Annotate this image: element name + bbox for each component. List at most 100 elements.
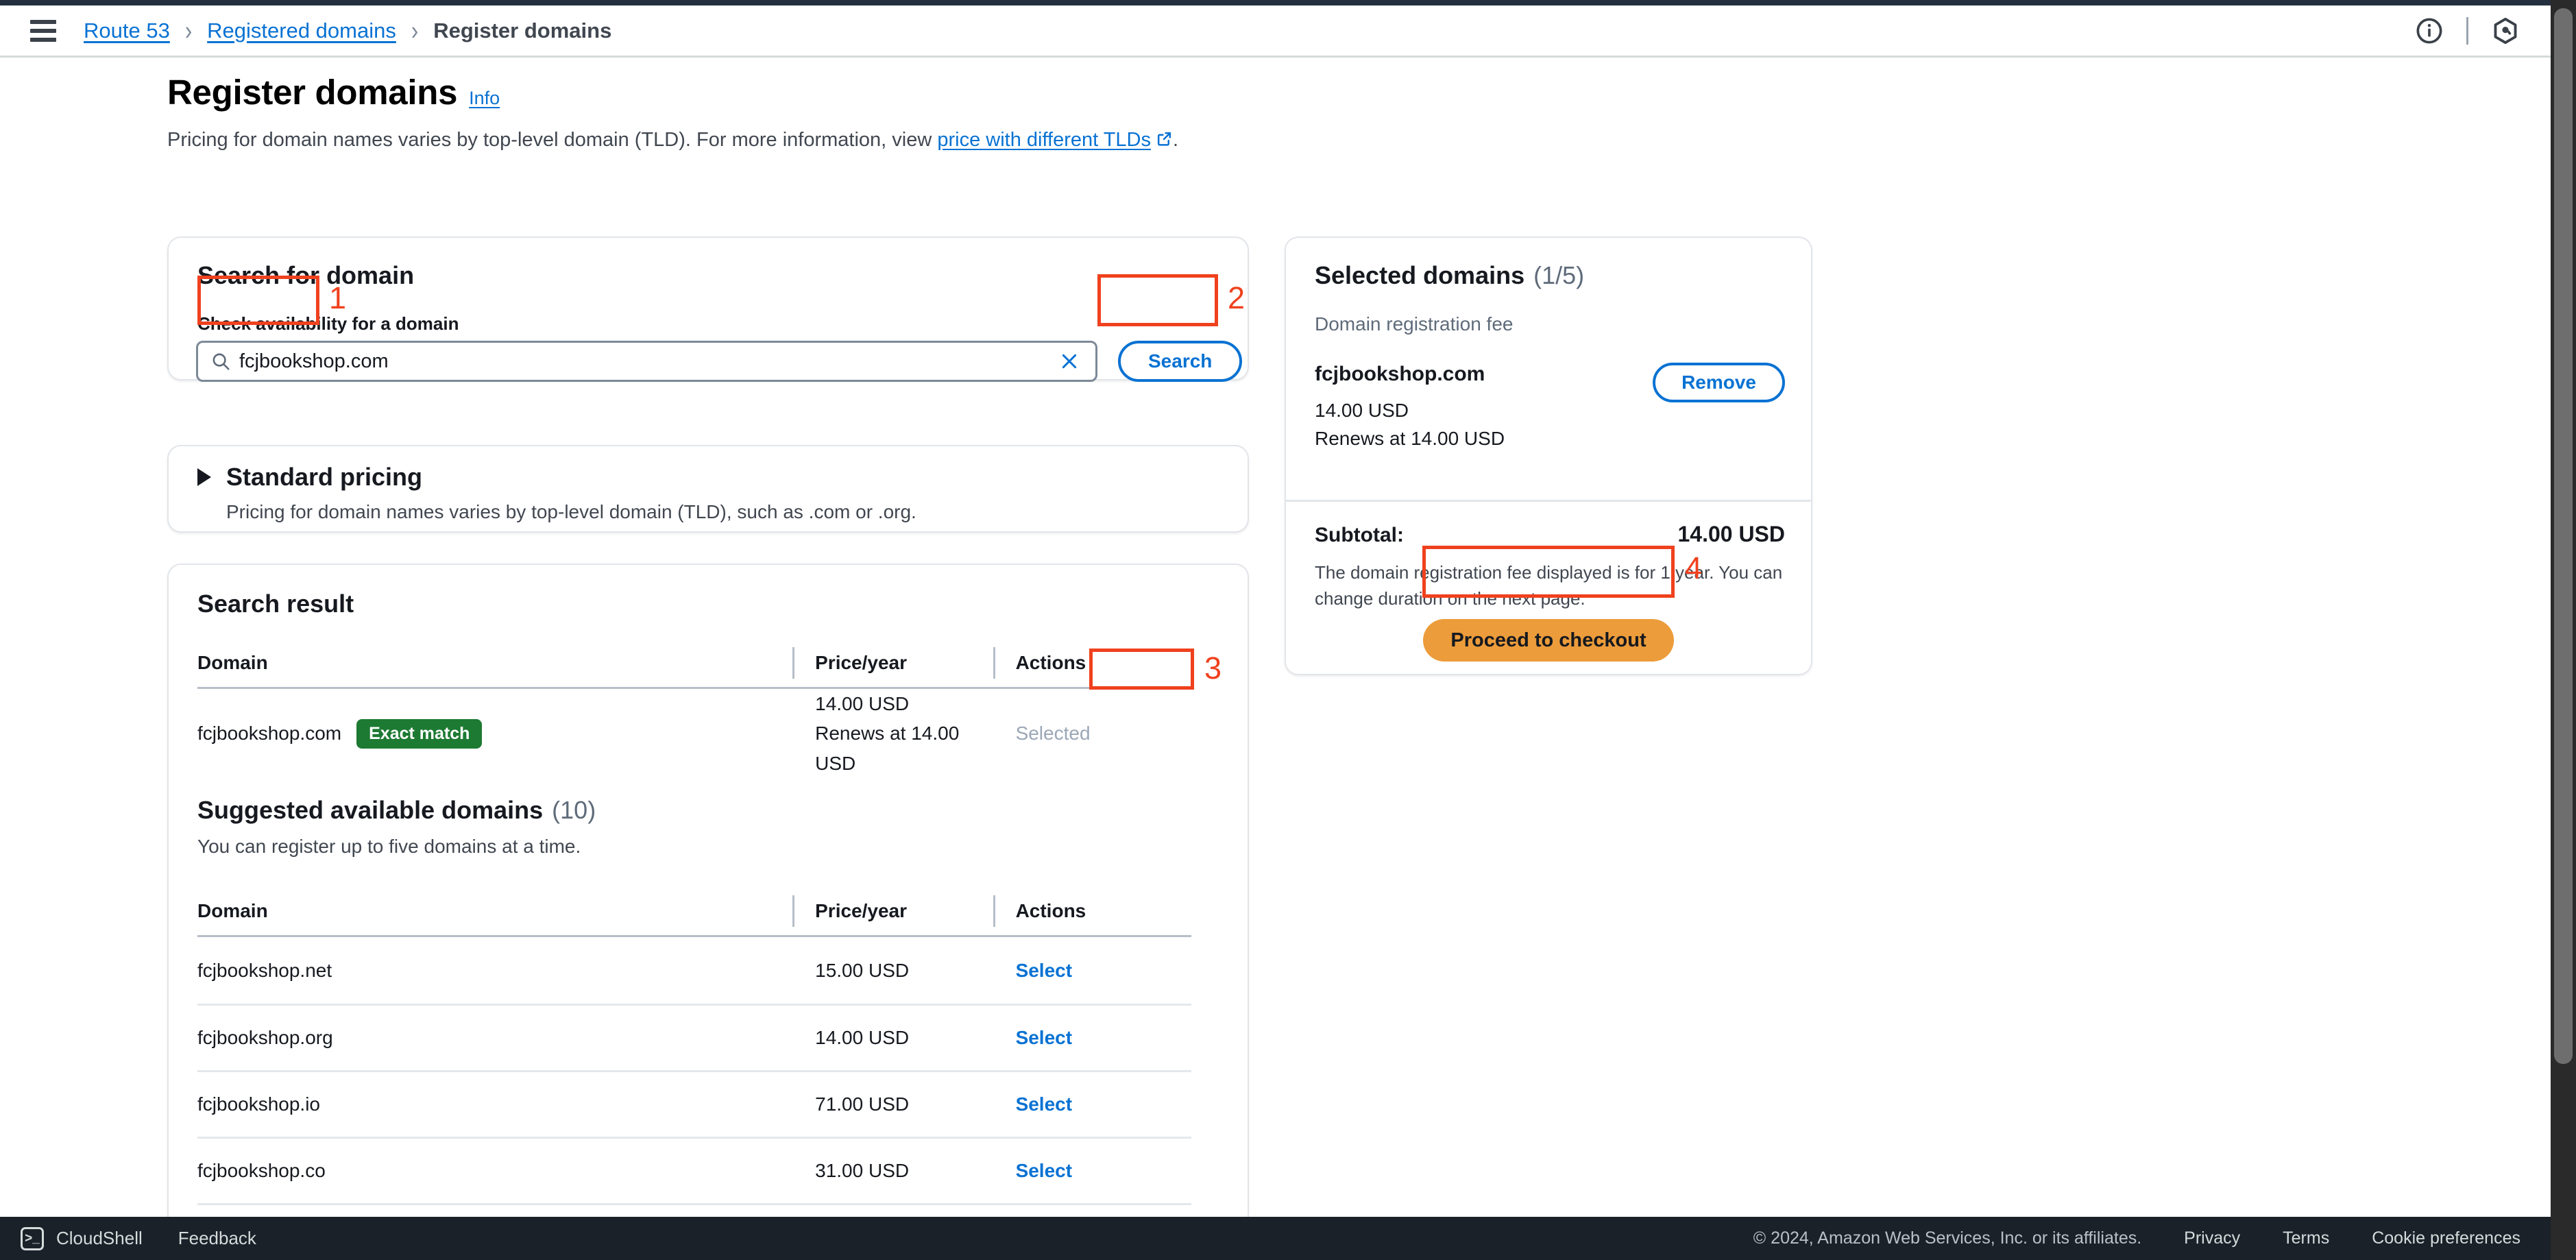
selected-domain-name: fcjbookshop.com [1315, 363, 1485, 385]
console-footer: >_ CloudShell Feedback © 2024, Amazon We… [0, 1217, 2551, 1260]
column-header-price: Price/year [815, 652, 908, 673]
column-header-actions: Actions [1015, 900, 1086, 921]
cookie-preferences-link[interactable]: Cookie preferences [2372, 1228, 2520, 1248]
cloudshell-link[interactable]: CloudShell [56, 1228, 143, 1249]
subtotal-note: The domain registration fee displayed is… [1315, 562, 1783, 609]
select-domain-button[interactable]: Select [1016, 1027, 1073, 1049]
breadcrumb: Route 53 › Registered domains › Register… [84, 15, 612, 46]
breadcrumb-item-registered-domains[interactable]: Registered domains [207, 19, 396, 43]
suggested-domain-price: 31.00 USD [815, 1160, 910, 1181]
footer-left: >_ CloudShell Feedback [21, 1226, 256, 1250]
standard-pricing-toggle[interactable]: Standard pricing [197, 463, 422, 492]
search-input[interactable] [239, 350, 925, 373]
column-header-domain: Domain [197, 900, 268, 921]
page-title: Register domains [167, 73, 458, 112]
table-header-row: Domain Price/year Actions [197, 639, 1191, 687]
breadcrumb-item-route53[interactable]: Route 53 [84, 19, 170, 43]
breadcrumb-separator: › [411, 15, 419, 46]
suggested-domain-price: 15.00 USD [815, 959, 910, 981]
magnifier-icon [210, 351, 231, 372]
search-card-heading: Search for domain [197, 261, 415, 289]
suggested-domain-price: 14.00 USD [815, 1027, 910, 1048]
suggested-domains-table: Domain Price/year Actions fcjbookshop.ne… [197, 887, 1191, 1260]
copyright-text: © 2024, Amazon Web Services, Inc. or its… [1753, 1228, 2142, 1248]
search-button[interactable]: Search [1118, 341, 1243, 382]
aws-q-hexagon-icon[interactable] [2486, 12, 2525, 50]
page-scrollbar[interactable] [2551, 0, 2576, 1260]
breadcrumb-bar: Route 53 › Registered domains › Register… [0, 5, 2551, 58]
standard-pricing-description: Pricing for domain names varies by top-l… [226, 501, 916, 522]
console-page: Route 53 › Registered domains › Register… [0, 0, 2576, 1260]
page-info-link[interactable]: Info [469, 88, 500, 109]
chevron-right-icon [197, 468, 211, 486]
table-row: fcjbookshop.io 71.00 USD Select [197, 1070, 1191, 1137]
subtotal-label: Subtotal: [1315, 524, 1404, 546]
suggested-heading: Suggested available domains [197, 796, 544, 824]
table-header-row: Domain Price/year Actions [197, 887, 1191, 935]
suggested-description: You can register up to five domains at a… [197, 836, 581, 857]
standard-pricing-heading: Standard pricing [226, 463, 423, 491]
result-price: 14.00 USD [815, 693, 910, 714]
column-header-actions: Actions [1015, 652, 1086, 673]
select-domain-button[interactable]: Select [1016, 1093, 1073, 1115]
terminal-prompt-icon[interactable]: >_ [21, 1226, 44, 1250]
page-subtitle-period: . [1172, 129, 1179, 151]
toolbar-divider [2466, 16, 2468, 45]
breadcrumb-actions [2410, 12, 2525, 50]
privacy-link[interactable]: Privacy [2184, 1228, 2240, 1248]
selected-domain-renewal: Renews at 14.00 USD [1315, 427, 1505, 449]
suggested-domains-header: Suggested available domains (10) You can… [197, 796, 596, 858]
feedback-link[interactable]: Feedback [178, 1228, 256, 1249]
suggested-domain-name: fcjbookshop.net [197, 959, 332, 981]
select-domain-button[interactable]: Select [1016, 1160, 1073, 1182]
search-field-label: Check availability for a domain [197, 313, 459, 334]
result-renewal: Renews at 14.00 USD [815, 723, 960, 774]
selected-domains-panel: Selected domains (1/5) Domain registrati… [1285, 237, 1812, 675]
suggested-domain-price: 71.00 USD [815, 1093, 910, 1115]
external-link-icon [1156, 130, 1173, 153]
table-row: fcjbookshop.org 14.00 USD Select [197, 1004, 1191, 1070]
suggested-rows-container: fcjbookshop.net 15.00 USD Select fcjbooksho… [197, 937, 1191, 1260]
column-header-price: Price/year [815, 900, 908, 921]
domain-search-field[interactable] [196, 341, 1097, 382]
search-result-table: Domain Price/year Actions fcjbookshop.co… [197, 639, 1191, 778]
table-row: fcjbookshop.co 31.00 USD Select [197, 1137, 1191, 1203]
price-tlds-link[interactable]: price with different TLDs [937, 129, 1151, 151]
column-header-domain: Domain [197, 652, 268, 673]
footer-right: © 2024, Amazon Web Services, Inc. or its… [1753, 1228, 2520, 1248]
scrollbar-thumb[interactable] [2554, 8, 2573, 1064]
hamburger-icon[interactable] [30, 16, 60, 46]
selected-domains-count: (1/5) [1533, 261, 1585, 289]
search-row: Search [196, 341, 1243, 382]
selected-domain-item: fcjbookshop.com 14.00 USD Renews at 14.0… [1315, 363, 1785, 452]
page-subtitle-text: Pricing for domain names varies by top-l… [167, 129, 938, 151]
terms-link[interactable]: Terms [2283, 1228, 2329, 1248]
suggested-domain-name: fcjbookshop.co [197, 1160, 326, 1181]
main-content: Register domains Info Pricing for domain… [0, 60, 2551, 1260]
subtotal-value: 14.00 USD [1677, 522, 1785, 546]
browser-chrome-strip [0, 0, 2576, 5]
selected-domain-price: 14.00 USD [1315, 400, 1409, 421]
search-for-domain-card: Search for domain Check availability for… [167, 237, 1249, 382]
page-subtitle: Pricing for domain names varies by top-l… [167, 129, 1178, 153]
proceed-to-checkout-button[interactable]: Proceed to checkout [1423, 619, 1674, 662]
breadcrumb-item-register-domains: Register domains [433, 18, 612, 43]
close-x-icon[interactable] [1058, 350, 1080, 372]
table-row: fcjbookshop.com Exact match 14.00 USD Re… [197, 689, 1191, 778]
standard-pricing-card[interactable]: Standard pricing Pricing for domain name… [167, 445, 1249, 533]
selected-state-button: Selected [1015, 723, 1091, 744]
info-circle-icon[interactable] [2410, 12, 2449, 50]
search-result-heading: Search result [197, 590, 354, 618]
search-result-card: Search result Domain Price/year Actions … [167, 564, 1249, 1260]
suggested-domain-name: fcjbookshop.io [197, 1093, 321, 1115]
registration-fee-label: Domain registration fee [1315, 313, 1514, 335]
remove-button[interactable]: Remove [1653, 363, 1785, 402]
panel-divider [1286, 500, 1811, 502]
result-domain-name: fcjbookshop.com [197, 723, 342, 744]
status-badge: Exact match [356, 718, 483, 749]
select-domain-button[interactable]: Select [1016, 960, 1073, 982]
subtotal-row: Subtotal: 14.00 USD [1315, 522, 1785, 547]
suggested-count: (10) [552, 796, 596, 824]
selected-domains-heading: Selected domains [1315, 261, 1525, 289]
page-header: Register domains Info Pricing for domain… [167, 72, 1178, 153]
